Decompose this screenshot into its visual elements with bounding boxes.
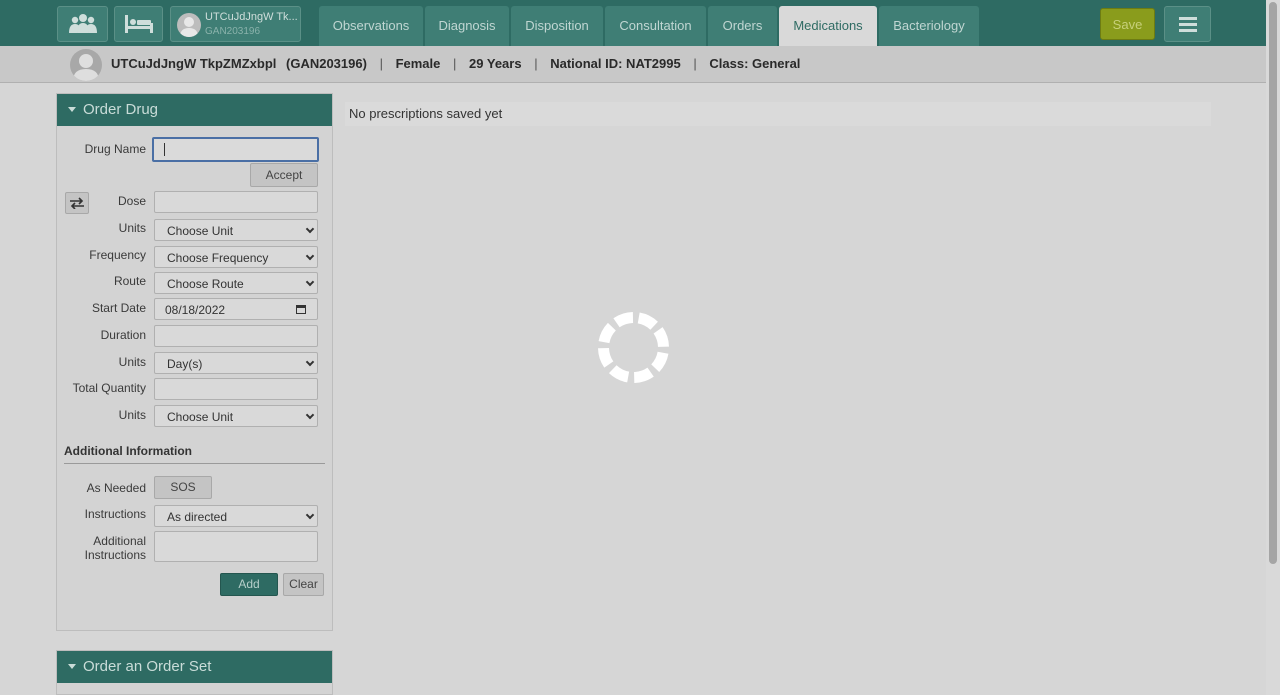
- drug-name-input[interactable]: [152, 137, 319, 162]
- additional-instructions-label-line2: Instructions: [84, 548, 146, 562]
- order-drug-header[interactable]: Order Drug: [57, 94, 332, 126]
- frequency-select[interactable]: Choose Frequency: [154, 246, 318, 268]
- patient-button[interactable]: UTCuJdJngW Tk... GAN203196: [170, 6, 301, 42]
- tab-observations[interactable]: Observations: [319, 6, 423, 46]
- dose-units-select[interactable]: Choose Unit: [154, 219, 318, 241]
- separator: |: [693, 56, 697, 71]
- sos-toggle-button[interactable]: SOS: [154, 476, 212, 499]
- add-button[interactable]: Add: [220, 573, 278, 596]
- dose-label: Dose: [117, 194, 146, 208]
- order-drug-title: Order Drug: [83, 101, 159, 118]
- chevron-down-icon: [305, 357, 315, 367]
- patient-gender: Female: [395, 56, 441, 71]
- order-set-title: Order an Order Set: [83, 658, 212, 675]
- loading-spinner-icon: [598, 312, 669, 383]
- calendar-icon: [296, 305, 306, 314]
- additional-info-title: Additional Information: [64, 444, 325, 464]
- top-header: UTCuJdJngW Tk... GAN203196 Observations …: [0, 0, 1266, 46]
- total-quantity-input[interactable]: [154, 378, 318, 400]
- route-value: Choose Route: [167, 277, 244, 291]
- drug-name-label: Drug Name: [84, 142, 146, 156]
- chevron-down-icon: [305, 410, 315, 420]
- route-label: Route: [113, 274, 146, 288]
- patient-id: (GAN203196): [286, 56, 367, 71]
- separator: |: [534, 56, 538, 71]
- caret-down-icon: [68, 664, 76, 669]
- separator: |: [453, 56, 457, 71]
- patient-details: UTCuJdJngW TkpZMZxbpl (GAN203196) | Fema…: [111, 56, 800, 71]
- tab-disposition[interactable]: Disposition: [511, 6, 603, 46]
- scrollbar-thumb[interactable]: [1269, 2, 1277, 564]
- dose-units-label: Units: [118, 221, 146, 235]
- patient-class: Class: General: [709, 56, 801, 71]
- additional-instructions-label-line1: Additional: [93, 534, 146, 548]
- duration-units-select[interactable]: Day(s): [154, 352, 318, 374]
- chevron-down-icon: [305, 510, 315, 520]
- patient-age: 29 Years: [469, 56, 522, 71]
- instructions-select[interactable]: As directed: [154, 505, 318, 527]
- duration-units-value: Day(s): [167, 357, 203, 371]
- patients-icon: [68, 14, 97, 33]
- patient-avatar-icon: [70, 49, 102, 81]
- chevron-down-icon: [305, 277, 315, 287]
- tab-orders[interactable]: Orders: [708, 6, 777, 46]
- tab-diagnosis[interactable]: Diagnosis: [425, 6, 509, 46]
- frequency-label: Frequency: [89, 248, 146, 262]
- text-cursor: [164, 143, 165, 157]
- patient-short-name: UTCuJdJngW Tk...: [205, 11, 298, 23]
- quantity-units-value: Choose Unit: [167, 410, 234, 424]
- tab-bacteriology[interactable]: Bacteriology: [879, 6, 979, 46]
- duration-label: Duration: [100, 328, 146, 342]
- bed-button[interactable]: [114, 6, 163, 42]
- duration-input[interactable]: [154, 325, 318, 347]
- instructions-value: As directed: [167, 510, 228, 524]
- swap-icon: [70, 197, 84, 210]
- no-prescriptions-message: No prescriptions saved yet: [345, 102, 1211, 126]
- tab-medications[interactable]: Medications: [779, 6, 877, 46]
- start-date-value: 08/18/2022: [165, 303, 226, 317]
- total-quantity-label: Total Quantity: [72, 381, 146, 395]
- main-menu-button[interactable]: [1164, 6, 1211, 42]
- save-button[interactable]: Save: [1100, 8, 1155, 40]
- duration-units-label: Units: [118, 355, 146, 369]
- start-date-input[interactable]: 08/18/2022: [154, 298, 318, 320]
- patients-button[interactable]: [57, 6, 108, 42]
- order-set-header[interactable]: Order an Order Set: [57, 651, 332, 683]
- patient-info-bar: UTCuJdJngW TkpZMZxbpl (GAN203196) | Fema…: [0, 46, 1266, 83]
- avatar-icon: [177, 13, 201, 37]
- additional-instructions-textarea[interactable]: [154, 531, 318, 562]
- bed-icon: [124, 15, 153, 33]
- chevron-down-icon: [305, 224, 315, 234]
- separator: |: [379, 56, 383, 71]
- order-set-panel: Order an Order Set: [56, 650, 333, 695]
- patient-short-id: GAN203196: [205, 26, 261, 37]
- caret-down-icon: [68, 107, 76, 112]
- dose-units-value: Choose Unit: [167, 224, 234, 238]
- as-needed-label: As Needed: [86, 481, 146, 495]
- tab-consultation[interactable]: Consultation: [605, 6, 706, 46]
- clear-button[interactable]: Clear: [283, 573, 324, 596]
- patient-national-id: National ID: NAT2995: [550, 56, 681, 71]
- quantity-units-select[interactable]: Choose Unit: [154, 405, 318, 427]
- accept-button[interactable]: Accept: [250, 163, 318, 187]
- quantity-units-label: Units: [118, 408, 146, 422]
- swap-dose-button[interactable]: [65, 192, 89, 214]
- start-date-label: Start Date: [91, 301, 146, 315]
- additional-instructions-label: Additional Instructions: [60, 534, 146, 562]
- patient-name: UTCuJdJngW TkpZMZxbpl: [111, 56, 277, 71]
- frequency-value: Choose Frequency: [167, 251, 269, 265]
- dose-input[interactable]: [154, 191, 318, 213]
- chevron-down-icon: [305, 251, 315, 261]
- instructions-label: Instructions: [84, 507, 146, 521]
- route-select[interactable]: Choose Route: [154, 272, 318, 294]
- vertical-scrollbar[interactable]: [1266, 0, 1280, 695]
